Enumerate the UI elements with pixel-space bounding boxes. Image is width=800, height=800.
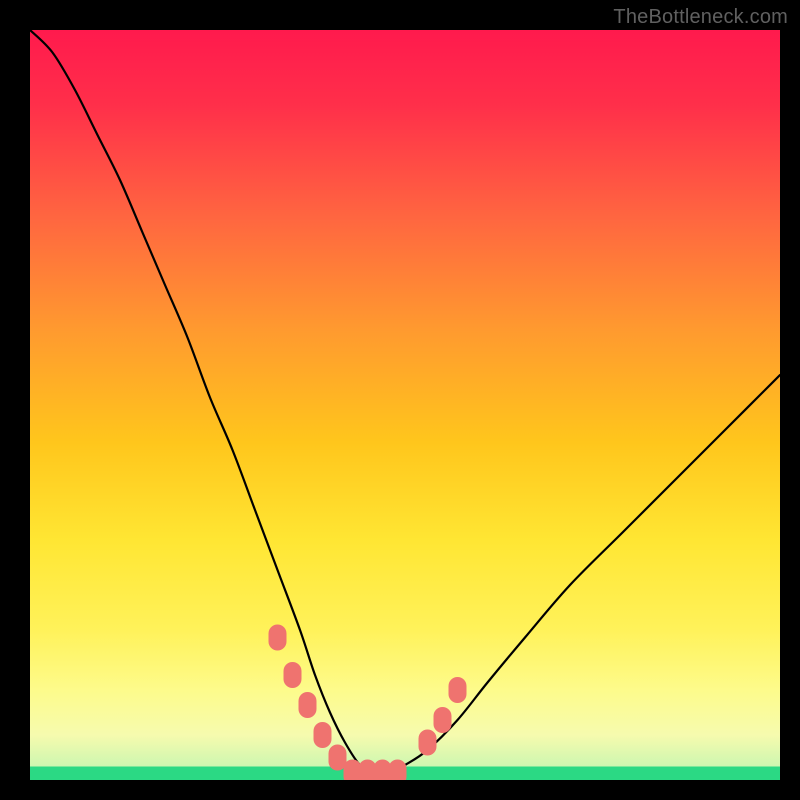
highlight-marker xyxy=(434,707,452,733)
highlight-marker xyxy=(269,625,287,651)
highlight-marker xyxy=(284,662,302,688)
highlight-marker xyxy=(314,722,332,748)
highlight-marker xyxy=(419,730,437,756)
highlight-marker xyxy=(449,677,467,703)
bottleneck-chart xyxy=(0,0,800,800)
highlight-marker xyxy=(389,760,407,786)
plot-background xyxy=(30,30,780,780)
highlight-marker xyxy=(299,692,317,718)
chart-stage: TheBottleneck.com xyxy=(0,0,800,800)
watermark-text: TheBottleneck.com xyxy=(613,6,788,29)
